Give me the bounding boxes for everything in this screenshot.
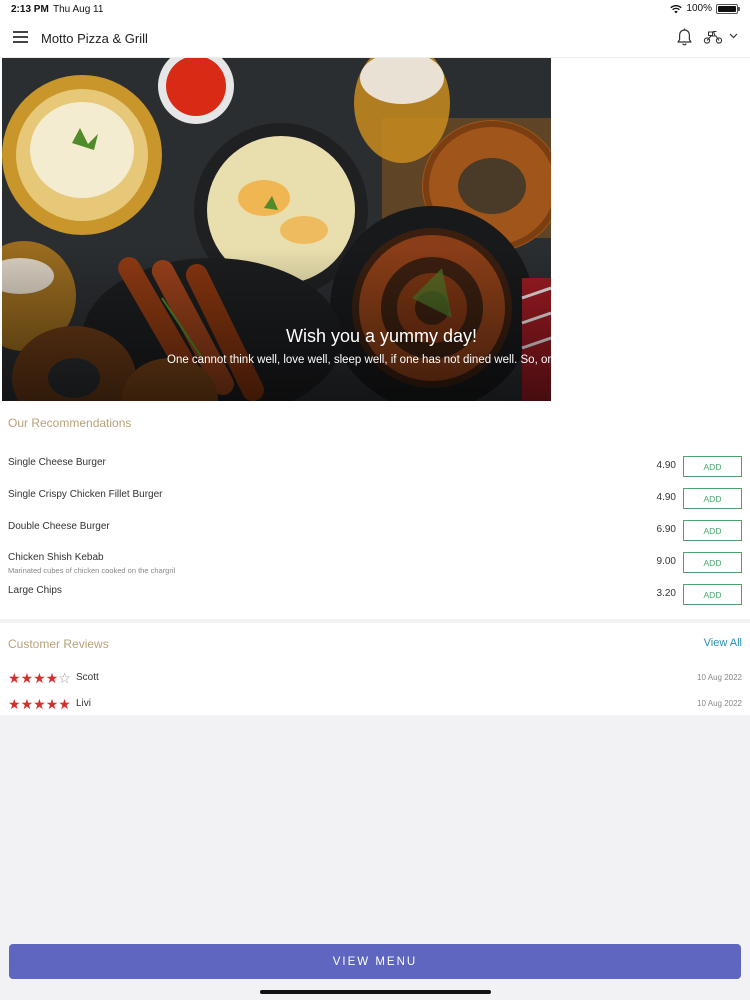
review-date: 10 Aug 2022 [697,673,742,682]
status-bar: 2:13 PM Thu Aug 11 100% [0,0,750,18]
status-date: Thu Aug 11 [53,4,104,15]
app-header: Motto Pizza & Grill [0,18,750,58]
chevron-down-icon[interactable] [729,33,738,39]
star-filled-icon: ★ [58,696,71,712]
hero-subtitle: One cannot think well, love well, sleep … [167,354,551,366]
item-name: Large Chips [8,585,62,596]
status-right: 100% [670,3,740,14]
star-rating: ★ ★ ★ ★ ☆ [8,671,71,685]
battery-percent: 100% [686,3,712,14]
item-price: 4.90 [656,492,676,503]
item-price: 4.90 [656,460,676,471]
add-button[interactable]: ADD [683,488,742,509]
star-filled-icon: ★ [20,670,34,686]
reviewer-name: Livi [76,698,92,709]
hero-title: Wish you a yummy day! [286,326,478,346]
recommendations-title: Our Recommendations [8,416,132,430]
review-row: ★ ★ ★ ★ ★ Livi 10 Aug 2022 [0,697,750,713]
add-button[interactable]: ADD [683,584,742,605]
star-filled-icon: ★ [33,696,46,712]
battery-icon [716,3,740,14]
view-menu-button[interactable]: VIEW MENU [9,944,741,979]
add-button[interactable]: ADD [683,456,742,477]
add-button[interactable]: ADD [683,552,742,573]
delivery-scooter-icon[interactable] [703,30,723,44]
item-name: Double Cheese Burger [8,521,110,532]
star-filled-icon: ★ [8,670,21,686]
wifi-icon [670,4,683,13]
item-name: Single Crispy Chicken Fillet Burger [8,489,163,500]
add-button[interactable]: ADD [683,520,742,541]
reviews-section: Customer Reviews View All ★ ★ ★ ★ ☆ Scott 10… [0,623,750,715]
bell-icon[interactable] [676,28,693,47]
item-name: Chicken Shish Kebab [8,552,104,563]
store-title: Motto Pizza & Grill [41,31,148,46]
reviewer-name: Scott [76,672,99,683]
status-time: 2:13 PM [11,4,49,15]
item-name: Single Cheese Burger [8,457,106,468]
star-filled-icon: ★ [45,670,59,686]
item-price: 3.20 [656,588,676,599]
item-price: 6.90 [656,524,676,535]
reviews-title: Customer Reviews [8,637,109,651]
recommendations-section: Our Recommendations Single Cheese Burger… [0,402,750,619]
star-filled-icon: ★ [8,696,21,712]
hero-banner: Wish you a yummy day! One cannot think w… [2,58,551,401]
review-date: 10 Aug 2022 [697,699,742,708]
star-filled-icon: ★ [45,696,59,712]
review-row: ★ ★ ★ ★ ☆ Scott 10 Aug 2022 [0,671,750,687]
item-price: 9.00 [656,556,676,567]
star-filled-icon: ★ [20,696,34,712]
item-description: Marinated cubes of chicken cooked on the… [8,566,176,575]
star-rating: ★ ★ ★ ★ ★ [8,697,71,711]
home-indicator [260,990,491,994]
star-empty-icon: ☆ [58,670,71,686]
star-filled-icon: ★ [33,670,46,686]
hero-overlay [2,58,551,401]
hamburger-menu-icon[interactable] [13,31,28,43]
view-all-link[interactable]: View All [704,637,742,649]
